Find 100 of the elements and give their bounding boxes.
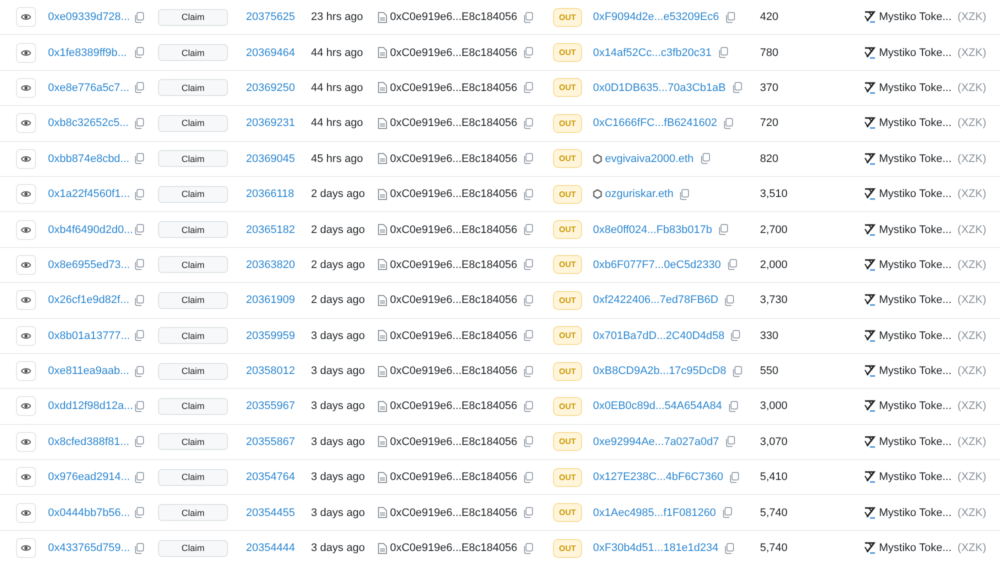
token-link[interactable]: Mystiko Toke... <box>879 542 952 554</box>
to-address-link[interactable]: 0xe92994Ae...7a027a0d7 <box>593 436 720 448</box>
copy-icon[interactable] <box>134 330 144 342</box>
token-link[interactable]: Mystiko Toke... <box>879 506 952 519</box>
preview-button[interactable] <box>16 290 36 310</box>
copy-icon[interactable] <box>134 188 144 200</box>
preview-button[interactable] <box>16 42 36 63</box>
copy-icon[interactable] <box>134 118 144 129</box>
preview-button[interactable] <box>16 361 36 382</box>
block-link[interactable]: 20369231 <box>246 117 295 130</box>
copy-icon[interactable] <box>523 542 534 554</box>
block-link[interactable]: 20375625 <box>246 11 295 24</box>
transaction-hash-link[interactable]: 0xb8c32652c5... <box>48 117 128 130</box>
transaction-hash-link[interactable]: 0x1a22f4560f1... <box>48 188 128 200</box>
copy-icon[interactable] <box>523 436 534 448</box>
token-link[interactable]: Mystiko Toke... <box>879 436 952 448</box>
copy-icon[interactable] <box>718 224 728 236</box>
preview-button[interactable] <box>16 113 36 134</box>
token-link[interactable]: Mystiko Toke... <box>879 152 952 165</box>
copy-icon[interactable] <box>523 507 534 518</box>
preview-button[interactable] <box>16 326 36 346</box>
copy-icon[interactable] <box>134 153 144 164</box>
to-address-link[interactable]: 0x8e0ff024...Fb83b017b <box>593 224 712 236</box>
copy-icon[interactable] <box>523 118 534 129</box>
transaction-hash-link[interactable]: 0x8cfed388f81... <box>48 436 128 448</box>
block-link[interactable]: 20355867 <box>246 436 295 448</box>
token-link[interactable]: Mystiko Toke... <box>879 11 952 24</box>
transaction-hash-link[interactable]: 0xe09339d728... <box>48 11 128 24</box>
token-link[interactable]: Mystiko Toke... <box>879 82 952 94</box>
to-address-link[interactable]: 0x701Ba7dD...2C40D4d58 <box>593 330 724 342</box>
block-link[interactable]: 20355967 <box>246 400 295 412</box>
preview-button[interactable] <box>16 538 36 558</box>
transaction-hash-link[interactable]: 0x8e6955ed73... <box>48 258 128 271</box>
copy-icon[interactable] <box>722 507 732 518</box>
to-address-link[interactable]: 0xC1666fFC...fB6241602 <box>593 117 718 130</box>
copy-icon[interactable] <box>134 82 144 94</box>
copy-icon[interactable] <box>134 259 144 270</box>
copy-icon[interactable] <box>523 294 534 306</box>
copy-icon[interactable] <box>732 82 742 94</box>
copy-icon[interactable] <box>726 259 737 270</box>
copy-icon[interactable] <box>523 12 534 23</box>
copy-icon[interactable] <box>134 47 144 58</box>
copy-icon[interactable] <box>729 472 740 483</box>
copy-icon[interactable] <box>523 472 534 483</box>
copy-icon[interactable] <box>134 224 144 236</box>
block-link[interactable]: 20361909 <box>246 294 295 306</box>
block-link[interactable]: 20369250 <box>246 82 295 94</box>
token-link[interactable]: Mystiko Toke... <box>879 224 952 236</box>
token-link[interactable]: Mystiko Toke... <box>879 188 952 200</box>
copy-icon[interactable] <box>730 330 740 342</box>
block-link[interactable]: 20354444 <box>246 542 295 554</box>
transaction-hash-link[interactable]: 0xe8e776a5c7... <box>48 82 128 94</box>
copy-icon[interactable] <box>134 366 144 377</box>
token-link[interactable]: Mystiko Toke... <box>879 294 952 306</box>
transaction-hash-link[interactable]: 0x8b01a13777... <box>48 330 128 342</box>
copy-icon[interactable] <box>523 224 534 236</box>
copy-icon[interactable] <box>523 82 534 94</box>
token-link[interactable]: Mystiko Toke... <box>879 330 952 342</box>
copy-icon[interactable] <box>134 472 144 483</box>
copy-icon[interactable] <box>728 400 738 412</box>
copy-icon[interactable] <box>700 153 710 164</box>
copy-icon[interactable] <box>134 400 144 412</box>
preview-button[interactable] <box>16 502 36 523</box>
copy-icon[interactable] <box>725 12 735 23</box>
preview-button[interactable] <box>16 7 36 28</box>
copy-icon[interactable] <box>523 330 534 342</box>
to-address-link[interactable]: 0xB8CD9A2b...17c95DcD8 <box>593 365 726 378</box>
preview-button[interactable] <box>16 184 36 204</box>
preview-button[interactable] <box>16 467 36 488</box>
to-address-link[interactable]: ozguriskar.eth <box>605 188 674 200</box>
block-link[interactable]: 20363820 <box>246 258 295 271</box>
token-link[interactable]: Mystiko Toke... <box>879 117 952 130</box>
transaction-hash-link[interactable]: 0x26cf1e9d82f... <box>48 294 128 306</box>
copy-icon[interactable] <box>725 436 736 448</box>
copy-icon[interactable] <box>732 366 742 377</box>
copy-icon[interactable] <box>523 366 534 377</box>
preview-button[interactable] <box>16 78 36 98</box>
block-link[interactable]: 20369464 <box>246 46 295 59</box>
transaction-hash-link[interactable]: 0x1fe8389ff9b... <box>48 46 128 59</box>
copy-icon[interactable] <box>679 188 690 200</box>
to-address-link[interactable]: evgivaiva2000.eth <box>605 152 694 165</box>
to-address-link[interactable]: 0xF30b4d51...181e1d234 <box>593 542 718 554</box>
token-link[interactable]: Mystiko Toke... <box>879 46 952 59</box>
preview-button[interactable] <box>16 396 36 416</box>
transaction-hash-link[interactable]: 0x0444bb7b56... <box>48 506 128 519</box>
transaction-hash-link[interactable]: 0x976ead2914... <box>48 471 128 484</box>
block-link[interactable]: 20365182 <box>246 224 295 236</box>
to-address-link[interactable]: 0x1Aec4985...f1F081260 <box>593 506 716 519</box>
copy-icon[interactable] <box>523 188 534 200</box>
block-link[interactable]: 20359959 <box>246 330 295 342</box>
to-address-link[interactable]: 0x0D1DB635...70a3Cb1aB <box>593 82 726 94</box>
copy-icon[interactable] <box>523 153 534 164</box>
token-link[interactable]: Mystiko Toke... <box>879 258 952 271</box>
copy-icon[interactable] <box>134 294 144 306</box>
block-link[interactable]: 20354455 <box>246 506 295 519</box>
copy-icon[interactable] <box>523 259 534 270</box>
block-link[interactable]: 20369045 <box>246 152 295 165</box>
preview-button[interactable] <box>16 220 36 240</box>
copy-icon[interactable] <box>724 294 734 306</box>
copy-icon[interactable] <box>723 118 734 129</box>
